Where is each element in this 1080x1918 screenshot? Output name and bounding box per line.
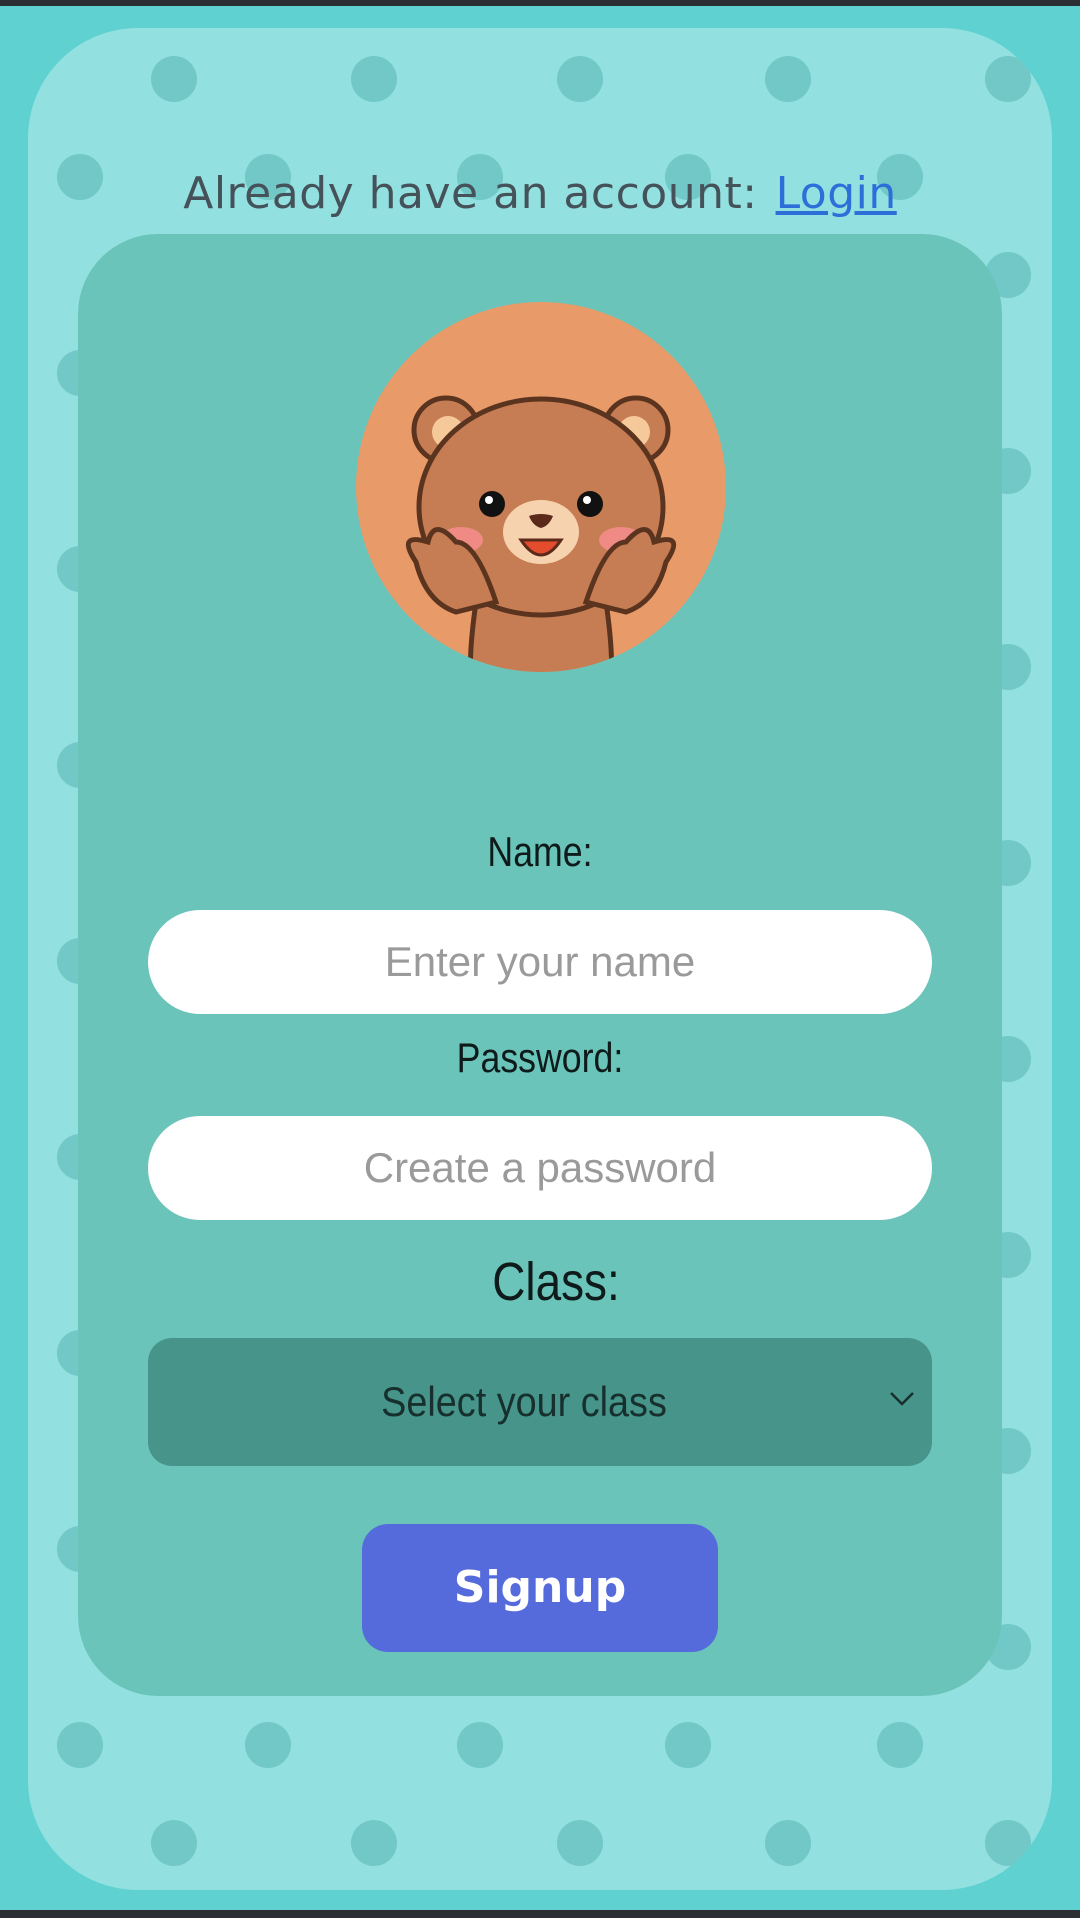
login-prompt-text: Already have an account: <box>183 168 758 219</box>
decorative-dot <box>877 1722 923 1768</box>
name-input[interactable] <box>148 910 932 1014</box>
password-input[interactable] <box>148 1116 932 1220</box>
class-select[interactable]: Select your class <box>148 1338 932 1466</box>
decorative-dot <box>665 1722 711 1768</box>
decorative-dot <box>151 1820 197 1866</box>
chevron-down-icon <box>890 1392 914 1406</box>
decorative-dot <box>985 1820 1031 1866</box>
decorative-dot <box>985 56 1031 102</box>
decorative-dot <box>151 56 197 102</box>
decorative-dot <box>557 1820 603 1866</box>
decorative-dot <box>351 56 397 102</box>
signup-screen: Already have an account: Login Name: Ent… <box>0 6 1080 1910</box>
decorative-dot <box>457 1722 503 1768</box>
decorative-dot <box>245 1722 291 1768</box>
decorative-dot <box>57 1722 103 1768</box>
class-select-value: Select your class <box>381 1378 667 1425</box>
password-label: Password: <box>456 1034 624 1081</box>
login-prompt: Already have an account: Login <box>0 168 1080 219</box>
class-label: Class: <box>492 1252 620 1312</box>
decorative-dot <box>765 56 811 102</box>
decorative-dot <box>557 56 603 102</box>
bear-avatar-icon <box>356 302 726 672</box>
name-label: Name: <box>487 828 593 875</box>
decorative-dot <box>351 1820 397 1866</box>
decorative-dot <box>765 1820 811 1866</box>
signup-button[interactable]: Signup <box>362 1524 718 1652</box>
login-link[interactable]: Login <box>776 168 897 219</box>
